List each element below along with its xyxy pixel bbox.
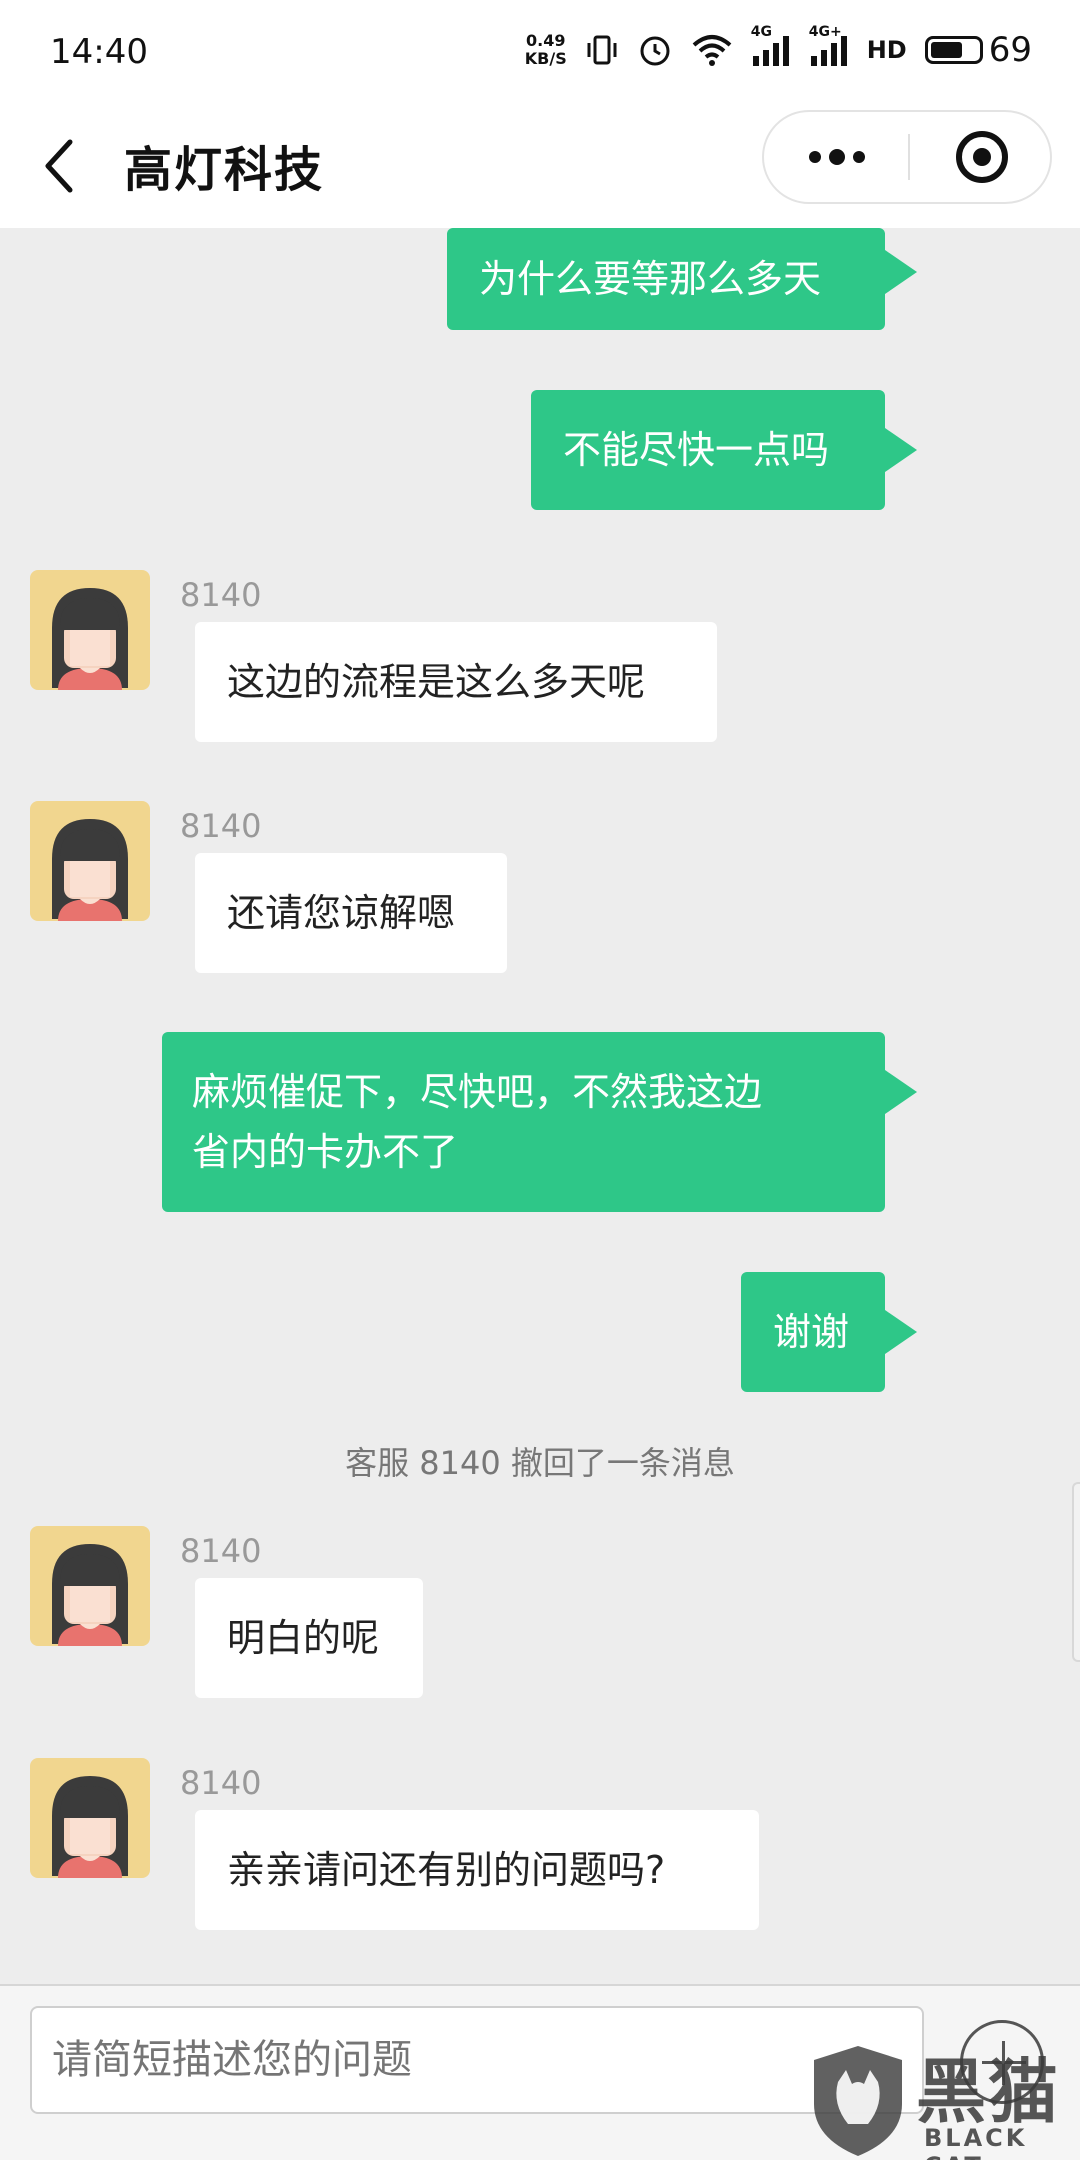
- battery-level: 69: [988, 30, 1032, 70]
- net-speed: 0.49 KB/S: [525, 32, 567, 68]
- outgoing-message[interactable]: 为什么要等那么多天: [447, 228, 885, 330]
- close-miniprogram-button[interactable]: [910, 112, 1054, 202]
- status-bar: 14:40 0.49 KB/S 4G 4G+ HD 69: [0, 0, 1080, 110]
- cat-shield-icon: [814, 2046, 902, 2156]
- sender-name: 8140: [180, 1764, 262, 1802]
- outgoing-message[interactable]: 谢谢: [741, 1272, 885, 1392]
- message-text-line: 省内的卡办不了: [192, 1130, 459, 1174]
- watermark-logo: 黑猫 BLACK CAT: [808, 2042, 1080, 2160]
- battery-icon: 69: [924, 30, 1032, 70]
- avatar[interactable]: [30, 1758, 150, 1878]
- message-text: 为什么要等那么多天: [479, 257, 822, 301]
- more-button[interactable]: [764, 112, 909, 202]
- battery-fill: [930, 42, 963, 58]
- scroll-indicator[interactable]: [1072, 1482, 1080, 1662]
- bubble-tail: [885, 1070, 917, 1114]
- chat-area[interactable]: 为什么要等那么多天 不能尽快一点吗 8140 这边的流程是这么多天呢 8140 …: [0, 228, 1080, 1984]
- vibrate-icon: [585, 33, 619, 67]
- net-speed-unit: KB/S: [524, 49, 567, 68]
- incoming-message[interactable]: 亲亲请问还有别的问题吗?: [195, 1810, 759, 1930]
- girl-avatar-icon: [30, 1758, 150, 1878]
- bubble-tail: [885, 1310, 917, 1354]
- wifi-icon: [691, 33, 733, 67]
- outgoing-message[interactable]: 麻烦催促下，尽快吧，不然我这边 省内的卡办不了: [162, 1032, 885, 1212]
- incoming-message[interactable]: 这边的流程是这么多天呢: [195, 622, 717, 742]
- girl-avatar-icon: [30, 570, 150, 690]
- message-text: 明白的呢: [227, 1616, 380, 1660]
- sender-name: 8140: [180, 1532, 262, 1570]
- back-button[interactable]: [38, 136, 82, 196]
- message-text-line: 麻烦催促下，尽快吧，不然我这边: [192, 1070, 763, 1114]
- bubble-tail: [885, 428, 917, 472]
- recall-notice: 客服 8140 撤回了一条消息: [345, 1444, 735, 1482]
- hd-call-icon: HD: [867, 36, 907, 64]
- incoming-message[interactable]: 还请您谅解嗯: [195, 853, 507, 973]
- sender-name: 8140: [180, 576, 262, 614]
- target-close-icon: [956, 131, 1008, 183]
- more-dots-icon: [808, 149, 865, 165]
- net-speed-value: 0.49: [525, 31, 566, 50]
- signal1-label: 4G: [750, 24, 772, 40]
- status-icons: 0.49 KB/S 4G 4G+ HD 69: [525, 24, 1032, 70]
- bubble-tail: [885, 250, 917, 294]
- incoming-message[interactable]: 明白的呢: [195, 1578, 423, 1698]
- page-title: 高灯科技: [124, 142, 325, 198]
- outgoing-message[interactable]: 不能尽快一点吗: [531, 390, 885, 510]
- alarm-icon: [637, 32, 673, 68]
- avatar[interactable]: [30, 1526, 150, 1646]
- avatar[interactable]: [30, 801, 150, 921]
- sender-name: 8140: [180, 807, 262, 845]
- signal2-label: 4G+: [808, 24, 842, 40]
- signal-icon: 4G: [751, 24, 791, 66]
- signal-icon: 4G+: [809, 24, 849, 66]
- avatar[interactable]: [30, 570, 150, 690]
- message-input[interactable]: [30, 2006, 924, 2114]
- hd-label: HD: [866, 36, 907, 64]
- watermark-en: BLACK CAT: [924, 2124, 1028, 2160]
- status-time: 14:40: [50, 32, 148, 72]
- girl-avatar-icon: [30, 801, 150, 921]
- watermark-cn: 黑猫: [916, 2051, 1060, 2133]
- message-text: 谢谢: [773, 1310, 850, 1354]
- nav-bar: 高灯科技: [0, 110, 1080, 228]
- message-text: 不能尽快一点吗: [563, 428, 830, 472]
- chevron-left-icon: [45, 139, 73, 193]
- girl-avatar-icon: [30, 1526, 150, 1646]
- message-text: 这边的流程是这么多天呢: [227, 660, 646, 704]
- message-text: 亲亲请问还有别的问题吗?: [227, 1848, 666, 1892]
- miniprogram-capsule: [762, 110, 1052, 204]
- message-text: 还请您谅解嗯: [227, 891, 456, 935]
